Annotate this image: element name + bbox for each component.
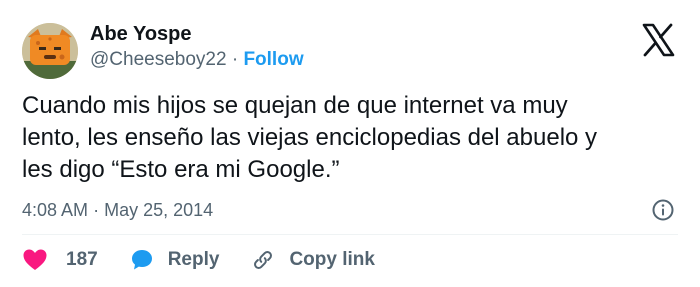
- meta-separator: ·: [93, 200, 100, 220]
- tweet-text: Cuando mis hijos se quejan de que intern…: [22, 92, 598, 183]
- link-icon: [254, 251, 273, 269]
- tweet-date: May 25, 2014: [104, 200, 214, 220]
- speech-bubble-icon: [131, 250, 152, 270]
- tweet-card: Abe Yospe @Cheeseboy22 · Follow Cuando m…: [0, 0, 700, 287]
- x-logo-icon[interactable]: [640, 22, 676, 58]
- tweet-time: 4:08 AM: [22, 200, 89, 220]
- divider: [22, 234, 678, 235]
- avatar-image: [22, 23, 78, 79]
- reply-label: Reply: [167, 249, 220, 270]
- like-count: 187: [66, 249, 98, 270]
- avatar[interactable]: [22, 23, 78, 79]
- handle-separator: ·: [231, 49, 239, 70]
- like-button[interactable]: 187: [22, 248, 98, 272]
- author-handle-line: @Cheeseboy22 · Follow: [90, 48, 304, 72]
- info-icon[interactable]: [651, 198, 675, 222]
- copy-link-button[interactable]: Copy link: [251, 248, 375, 272]
- tweet-actions: 187 Reply Copy link: [22, 246, 407, 274]
- author-name[interactable]: Abe Yospe: [90, 22, 192, 46]
- follow-button[interactable]: Follow: [243, 49, 303, 70]
- author-handle[interactable]: @Cheeseboy22: [90, 49, 227, 70]
- heart-icon: [23, 249, 47, 270]
- tweet-timestamp[interactable]: 4:08 AM · May 25, 2014: [22, 198, 213, 222]
- reply-button[interactable]: Reply: [130, 248, 220, 272]
- copy-link-label: Copy link: [289, 249, 375, 270]
